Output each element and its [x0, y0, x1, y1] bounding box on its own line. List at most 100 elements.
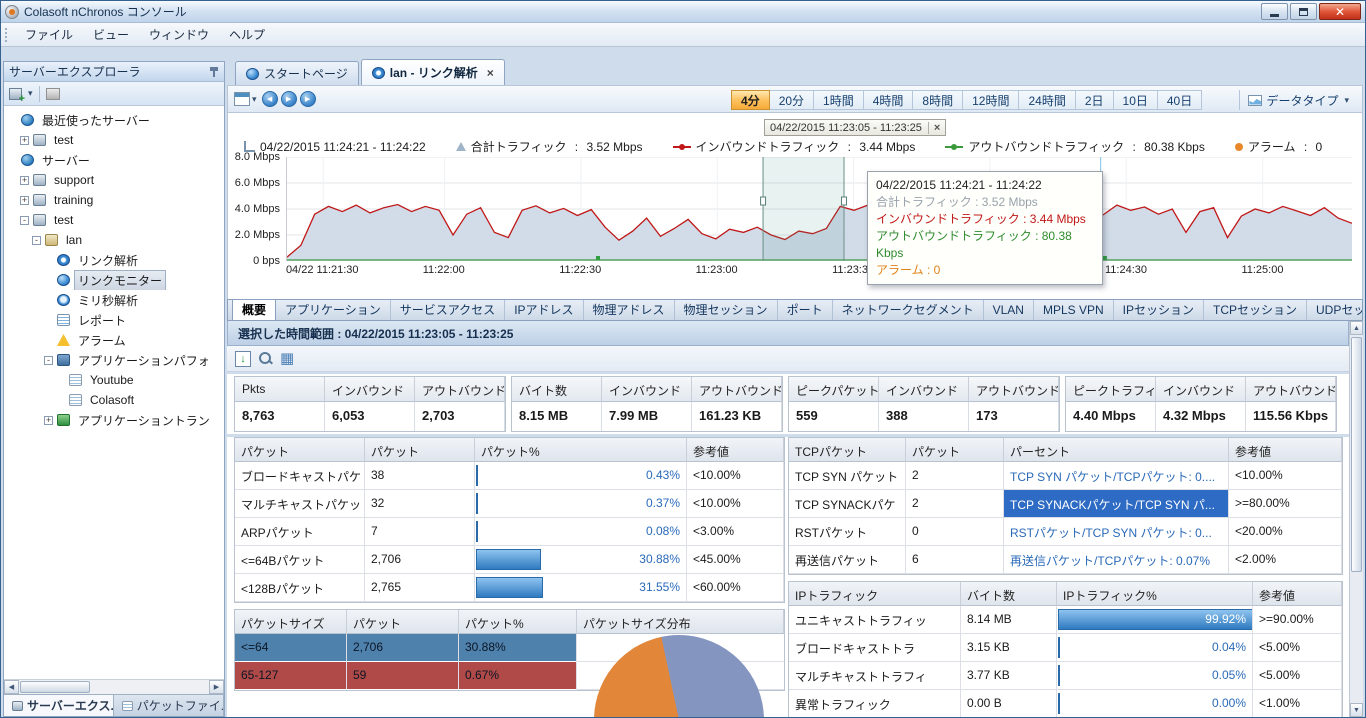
nav-latest-button[interactable]: ▶: [300, 91, 316, 107]
tree-item-alarm[interactable]: アラーム: [4, 330, 224, 350]
time-range-button[interactable]: 8時間: [912, 90, 963, 110]
view-tab[interactable]: MPLS VPN: [1034, 299, 1114, 320]
close-button[interactable]: ✕: [1319, 3, 1361, 20]
percent-cell: 0.04%: [1057, 634, 1253, 662]
doc-tab-label: スタートページ: [264, 65, 348, 82]
tree-item-app-transaction[interactable]: +アプリケーショントラン: [4, 410, 224, 430]
expand-plus-icon[interactable]: +: [20, 136, 29, 145]
legend-total-item[interactable]: 合計トラフィック : 3.52 Mbps: [456, 139, 643, 154]
menu-item[interactable]: ファイル: [15, 23, 83, 46]
selection-time-label[interactable]: 04/22/2015 11:23:05 - 11:23:25 ×: [764, 119, 946, 136]
collapse-minus-icon[interactable]: -: [44, 356, 53, 365]
chart-plot-area[interactable]: [286, 157, 1352, 261]
calendar-caret-icon[interactable]: ▾: [252, 94, 257, 105]
metric-name-cell: TCP SYN パケット: [789, 462, 906, 490]
tree-item-report[interactable]: レポート: [4, 310, 224, 330]
ratio-cell[interactable]: RSTパケット/TCP SYN パケット: 0...: [1004, 518, 1229, 546]
time-range-button[interactable]: 1時間: [813, 90, 864, 110]
ratio-cell[interactable]: 再送信パケット/TCPパケット: 0.07%: [1004, 546, 1229, 574]
menu-item[interactable]: ビュー: [83, 23, 139, 46]
view-tab[interactable]: 物理セッション: [675, 299, 778, 320]
expand-plus-icon[interactable]: +: [20, 176, 29, 185]
tree-item-millisecond-analysis[interactable]: ミリ秒解析: [4, 290, 224, 310]
scroll-thumb[interactable]: [1351, 337, 1362, 572]
tree-item-support[interactable]: +support: [4, 170, 224, 190]
tree-item-recent-servers[interactable]: 最近使ったサーバー: [4, 110, 224, 130]
time-range-button[interactable]: 20分: [769, 90, 814, 110]
download-button[interactable]: ↓: [235, 351, 251, 367]
time-range-button[interactable]: 12時間: [962, 90, 1019, 110]
scroll-thumb[interactable]: [20, 681, 90, 693]
expand-plus-icon[interactable]: +: [20, 196, 29, 205]
tree-item-app-performance[interactable]: -アプリケーションパフォ: [4, 350, 224, 370]
tree-item-servers[interactable]: サーバー: [4, 150, 224, 170]
export-button[interactable]: ▦: [280, 351, 294, 366]
legend-inbound-item[interactable]: インバウンドトラフィック : 3.44 Mbps: [673, 139, 916, 154]
doc-tab-lan-link-analysis[interactable]: lan - リンク解析×: [361, 59, 505, 85]
recent-servers-icon: [21, 114, 34, 126]
view-tab[interactable]: ポート: [778, 299, 833, 320]
minimize-button[interactable]: [1261, 3, 1288, 20]
expand-plus-icon[interactable]: +: [44, 416, 53, 425]
reference-cell: <20.00%: [1229, 518, 1342, 546]
vertical-scrollbar[interactable]: ▲ ▼: [1349, 321, 1363, 717]
sidebar-horizontal-scrollbar[interactable]: ◀ ▶: [4, 679, 224, 694]
datatype-dropdown[interactable]: データタイプ ▾: [1239, 90, 1354, 110]
time-range-button[interactable]: 4時間: [863, 90, 914, 110]
legend-outbound-item[interactable]: アウトバウンドトラフィック : 80.38 Kbps: [945, 139, 1205, 154]
view-tab[interactable]: VLAN: [984, 299, 1034, 320]
tab-close-icon[interactable]: ×: [487, 66, 494, 80]
traffic-chart-svg[interactable]: [287, 157, 1352, 261]
sidebar-tab-server-explorer[interactable]: サーバーエクス...: [4, 695, 114, 716]
percent-bar: [1058, 693, 1060, 714]
selection-close-icon[interactable]: ×: [928, 122, 940, 134]
calendar-icon[interactable]: [234, 92, 250, 106]
collapse-minus-icon[interactable]: -: [32, 236, 41, 245]
collapse-minus-icon[interactable]: -: [20, 216, 29, 225]
tree-item-test-2[interactable]: -test: [4, 210, 224, 230]
tree-item-colasoft[interactable]: Colasoft: [4, 390, 224, 410]
menu-item[interactable]: ヘルプ: [219, 23, 275, 46]
view-tab[interactable]: サービスアクセス: [391, 299, 505, 320]
tree-item-link-analysis[interactable]: リンク解析: [4, 250, 224, 270]
view-tab[interactable]: 物理アドレス: [584, 299, 675, 320]
tree-item-link-monitor[interactable]: リンクモニター: [4, 270, 224, 290]
add-server-button[interactable]: [9, 88, 22, 100]
maximize-button[interactable]: [1290, 3, 1317, 20]
view-tab[interactable]: 概要: [232, 299, 276, 320]
network-link-icon: [45, 234, 58, 246]
new-analysis-button[interactable]: [259, 352, 272, 365]
time-range-button[interactable]: 2日: [1075, 90, 1114, 110]
ratio-cell[interactable]: TCP SYNACKパケット/TCP SYN パ...: [1004, 490, 1229, 518]
view-tab[interactable]: IPセッション: [1114, 299, 1204, 320]
scroll-down-icon[interactable]: ▼: [1350, 703, 1363, 717]
nav-previous-button[interactable]: ◀: [262, 91, 278, 107]
ratio-cell[interactable]: TCP SYN パケット/TCPパケット: 0....: [1004, 462, 1229, 490]
add-server-caret-icon[interactable]: ▾: [28, 88, 33, 99]
scroll-up-icon[interactable]: ▲: [1350, 321, 1363, 335]
tree-item-label: リンク解析: [74, 250, 142, 270]
scroll-right-icon[interactable]: ▶: [209, 680, 224, 694]
sidebar-tab-packet-files[interactable]: パケットファイ...: [114, 695, 224, 716]
tree-item-lan[interactable]: -lan: [4, 230, 224, 250]
doc-tab-start-page[interactable]: スタートページ: [235, 61, 359, 85]
scroll-left-icon[interactable]: ◀: [4, 680, 19, 694]
time-range-button[interactable]: 40日: [1157, 90, 1202, 110]
legend-alarm-item[interactable]: アラーム : 0: [1235, 139, 1322, 154]
nav-next-button[interactable]: ▶: [281, 91, 297, 107]
view-tab[interactable]: IPアドレス: [505, 299, 583, 320]
view-tab[interactable]: ネットワークセグメント: [833, 299, 984, 320]
column-header: パケットサイズ分布: [577, 610, 784, 634]
properties-button[interactable]: [46, 88, 60, 100]
view-tab[interactable]: UDPセッション: [1307, 299, 1363, 320]
pin-icon[interactable]: [209, 66, 219, 78]
tree-item-test[interactable]: +test: [4, 130, 224, 150]
time-range-button[interactable]: 24時間: [1018, 90, 1075, 110]
menu-item[interactable]: ウィンドウ: [139, 23, 219, 46]
time-range-button[interactable]: 10日: [1113, 90, 1158, 110]
tree-item-training[interactable]: +training: [4, 190, 224, 210]
time-range-button[interactable]: 4分: [731, 90, 770, 110]
view-tab[interactable]: アプリケーション: [276, 299, 391, 320]
tree-item-youtube[interactable]: Youtube: [4, 370, 224, 390]
view-tab[interactable]: TCPセッション: [1204, 299, 1307, 320]
